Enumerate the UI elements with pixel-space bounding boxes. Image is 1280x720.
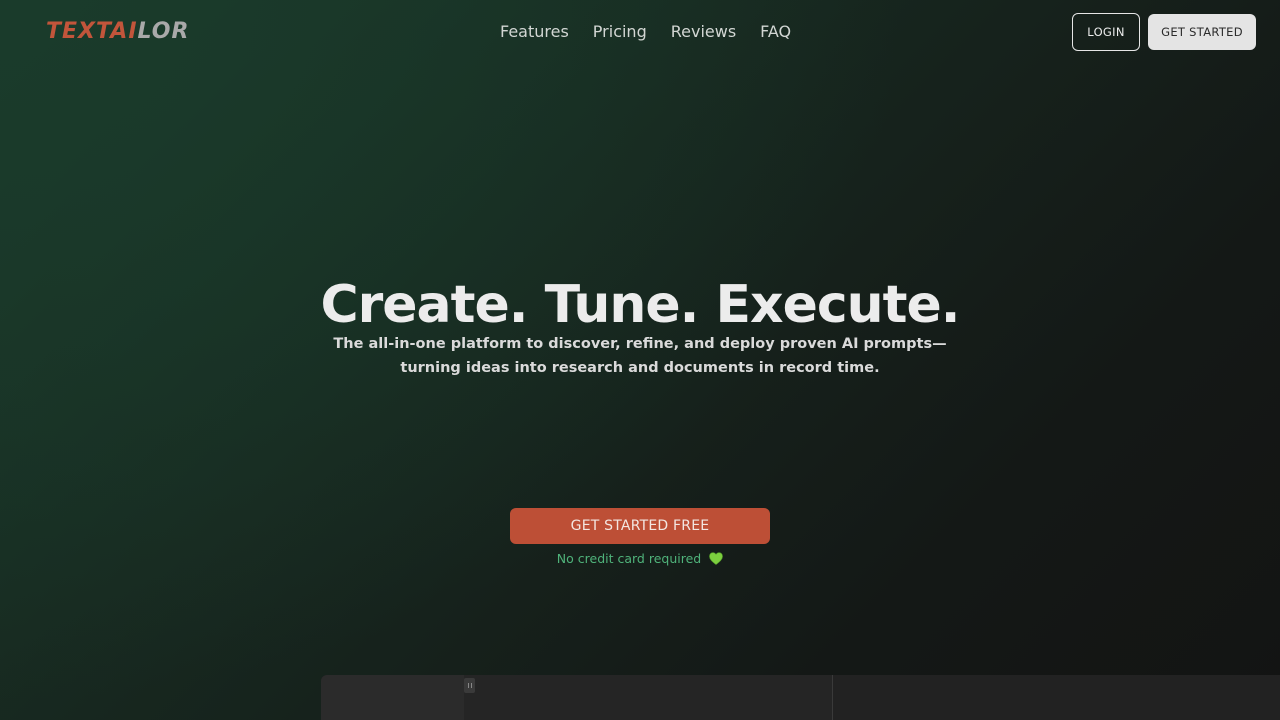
logo-accent-text: TEXTAI — [46, 19, 138, 44]
nav-link-reviews[interactable]: Reviews — [671, 20, 736, 44]
site-header: TEXTAI LOR Features Pricing Reviews FAQ L… — [0, 0, 1280, 64]
login-button[interactable]: LOGIN — [1072, 13, 1140, 51]
hero-subtitle: The all-in-one platform to discover, ref… — [333, 336, 947, 376]
cta-note-text: No credit card required — [556, 551, 702, 566]
nav-link-pricing[interactable]: Pricing — [593, 20, 647, 44]
no-credit-card-note: No credit card required — [0, 550, 1280, 570]
preview-resize-handle[interactable] — [464, 678, 475, 693]
nav-link-faq[interactable]: FAQ — [760, 20, 791, 44]
preview-sidebar — [321, 675, 464, 720]
app-preview-window — [321, 675, 1280, 720]
logo-rest-text: LOR — [137, 19, 190, 44]
get-started-button[interactable]: GET STARTED — [1148, 14, 1256, 50]
main-nav: Features Pricing Reviews FAQ — [500, 20, 791, 44]
hero-title: Create. Tune. Execute. — [320, 275, 960, 335]
get-started-free-button[interactable]: GET STARTED FREE — [510, 508, 770, 544]
green-heart-icon — [709, 552, 724, 570]
nav-link-features[interactable]: Features — [500, 20, 569, 44]
textailor-logo[interactable]: TEXTAI LOR — [46, 18, 189, 46]
preview-main-panel — [464, 675, 832, 720]
preview-right-panel — [833, 675, 1280, 720]
